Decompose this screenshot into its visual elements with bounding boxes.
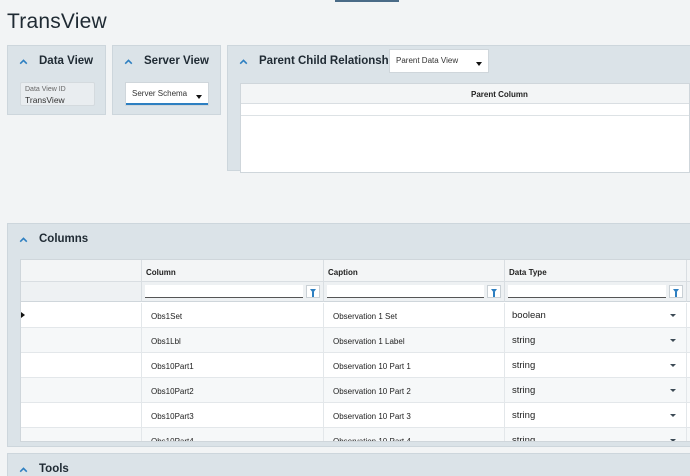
current-row-icon xyxy=(21,312,25,318)
chevron-up-icon[interactable] xyxy=(123,56,134,67)
server-view-header[interactable]: Server View xyxy=(113,46,220,76)
server-view-panel: Server View Server Schema xyxy=(112,45,221,115)
data-type-value: string xyxy=(512,335,536,346)
data-type-value: string xyxy=(512,410,536,421)
data-type-cell[interactable]: boolean xyxy=(505,303,687,328)
columns-grid: Column Caption Data Type Obs1Set Observa… xyxy=(20,259,690,442)
column-header-column[interactable]: Column xyxy=(142,260,324,282)
row-selector-cell[interactable] xyxy=(21,403,142,428)
dropdown-arrow-icon[interactable] xyxy=(670,439,676,441)
data-view-id-field: Data View ID TransView xyxy=(20,82,95,106)
column-filter-input[interactable] xyxy=(145,285,303,298)
table-row[interactable]: Obs1Lbl Observation 1 Label string xyxy=(21,328,690,353)
dropdown-arrow-icon xyxy=(476,62,482,66)
parent-child-grid: Parent Column xyxy=(240,83,690,173)
data-type-filter-input[interactable] xyxy=(508,285,666,298)
filter-icon xyxy=(310,289,316,297)
caption-filter-button[interactable] xyxy=(487,285,501,298)
table-row[interactable]: Obs10Part4 Observation 10 Part 4 string xyxy=(21,428,690,442)
data-view-id-label: Data View ID xyxy=(25,86,66,93)
caption-cell[interactable]: Observation 1 Label xyxy=(324,328,505,353)
chevron-up-icon[interactable] xyxy=(18,464,29,475)
server-view-title: Server View xyxy=(144,55,210,67)
parent-child-grid-header: Parent Column xyxy=(241,84,689,104)
parent-child-panel: Parent Child Relationships Parent Data V… xyxy=(227,45,690,173)
dropdown-arrow-icon[interactable] xyxy=(670,364,676,367)
server-schema-placeholder: Server Schema xyxy=(132,89,188,98)
table-row[interactable]: Obs10Part2 Observation 10 Part 2 string xyxy=(21,378,690,403)
filter-caption xyxy=(324,282,505,302)
caption-cell[interactable]: Observation 10 Part 2 xyxy=(324,378,505,403)
caption-cell[interactable]: Observation 10 Part 1 xyxy=(324,353,505,378)
filter-icon xyxy=(673,289,679,297)
table-row[interactable]: Obs1Set Observation 1 Set boolean xyxy=(21,303,690,328)
chevron-up-icon[interactable] xyxy=(18,56,29,67)
data-type-value: string xyxy=(512,435,536,442)
page-title: TransView xyxy=(7,10,107,33)
parent-child-title: Parent Child Relationships xyxy=(259,55,406,67)
columns-header[interactable]: Columns xyxy=(8,224,690,254)
data-type-value: string xyxy=(512,385,536,396)
caption-cell[interactable]: Observation 10 Part 4 xyxy=(324,428,505,441)
table-row[interactable]: Obs10Part1 Observation 10 Part 1 string xyxy=(21,353,690,378)
data-view-panel: Data View Data View ID TransView xyxy=(7,45,106,115)
active-tab-indicator xyxy=(335,0,399,2)
column-cell[interactable]: Obs1Lbl xyxy=(142,328,324,353)
column-cell[interactable]: Obs10Part2 xyxy=(142,378,324,403)
data-view-title: Data View xyxy=(39,55,94,67)
data-view-header[interactable]: Data View xyxy=(8,46,105,76)
column-cell[interactable]: Obs10Part1 xyxy=(142,353,324,378)
data-type-cell[interactable]: string xyxy=(505,353,687,378)
parent-data-view-placeholder: Parent Data View xyxy=(396,56,459,65)
caption-filter-input[interactable] xyxy=(327,285,484,298)
dropdown-arrow-icon[interactable] xyxy=(670,339,676,342)
select-underline xyxy=(126,103,208,105)
data-type-value: string xyxy=(512,360,536,371)
data-type-cell[interactable]: string xyxy=(505,428,687,442)
columns-panel: Columns Column Caption Data Type Obs1Set… xyxy=(7,223,690,447)
caption-cell[interactable]: Observation 1 Set xyxy=(324,303,505,328)
column-filter-button[interactable] xyxy=(306,285,320,298)
row-selector-cell[interactable] xyxy=(21,378,142,403)
dropdown-arrow-icon xyxy=(196,95,202,99)
tools-title: Tools xyxy=(39,463,69,475)
filter-column xyxy=(142,282,324,302)
parent-column-header[interactable]: Parent Column xyxy=(471,90,528,99)
parent-data-view-select[interactable]: Parent Data View xyxy=(389,49,489,73)
data-type-cell[interactable]: string xyxy=(505,378,687,403)
columns-title: Columns xyxy=(39,233,89,245)
data-view-id-value: TransView xyxy=(25,95,65,105)
dropdown-arrow-icon[interactable] xyxy=(670,314,676,317)
data-type-filter-button[interactable] xyxy=(669,285,683,298)
caption-cell[interactable]: Observation 10 Part 3 xyxy=(324,403,505,428)
table-row xyxy=(241,104,689,116)
row-selector-cell[interactable] xyxy=(21,303,142,328)
server-schema-select[interactable]: Server Schema xyxy=(125,82,209,106)
dropdown-arrow-icon[interactable] xyxy=(670,414,676,417)
filter-icon xyxy=(491,289,497,297)
filter-row-selector xyxy=(21,282,142,302)
tools-panel: Tools xyxy=(7,453,690,476)
chevron-up-icon[interactable] xyxy=(18,234,29,245)
column-header-caption[interactable]: Caption xyxy=(324,260,505,282)
row-selector-cell[interactable] xyxy=(21,353,142,378)
row-selector-header xyxy=(21,260,142,282)
column-cell[interactable]: Obs1Set xyxy=(142,303,324,328)
data-type-cell[interactable]: string xyxy=(505,403,687,428)
data-type-cell[interactable]: string xyxy=(505,328,687,353)
chevron-up-icon[interactable] xyxy=(238,56,249,67)
column-header-data-type[interactable]: Data Type xyxy=(505,260,687,282)
dropdown-arrow-icon[interactable] xyxy=(670,389,676,392)
table-row[interactable]: Obs10Part3 Observation 10 Part 3 string xyxy=(21,403,690,428)
column-cell[interactable]: Obs10Part4 xyxy=(142,428,324,441)
filter-data-type xyxy=(505,282,687,302)
row-selector-cell[interactable] xyxy=(21,328,142,353)
row-selector-cell[interactable] xyxy=(21,428,142,441)
data-type-value: boolean xyxy=(512,310,546,321)
tools-header[interactable]: Tools xyxy=(8,454,690,476)
column-cell[interactable]: Obs10Part3 xyxy=(142,403,324,428)
